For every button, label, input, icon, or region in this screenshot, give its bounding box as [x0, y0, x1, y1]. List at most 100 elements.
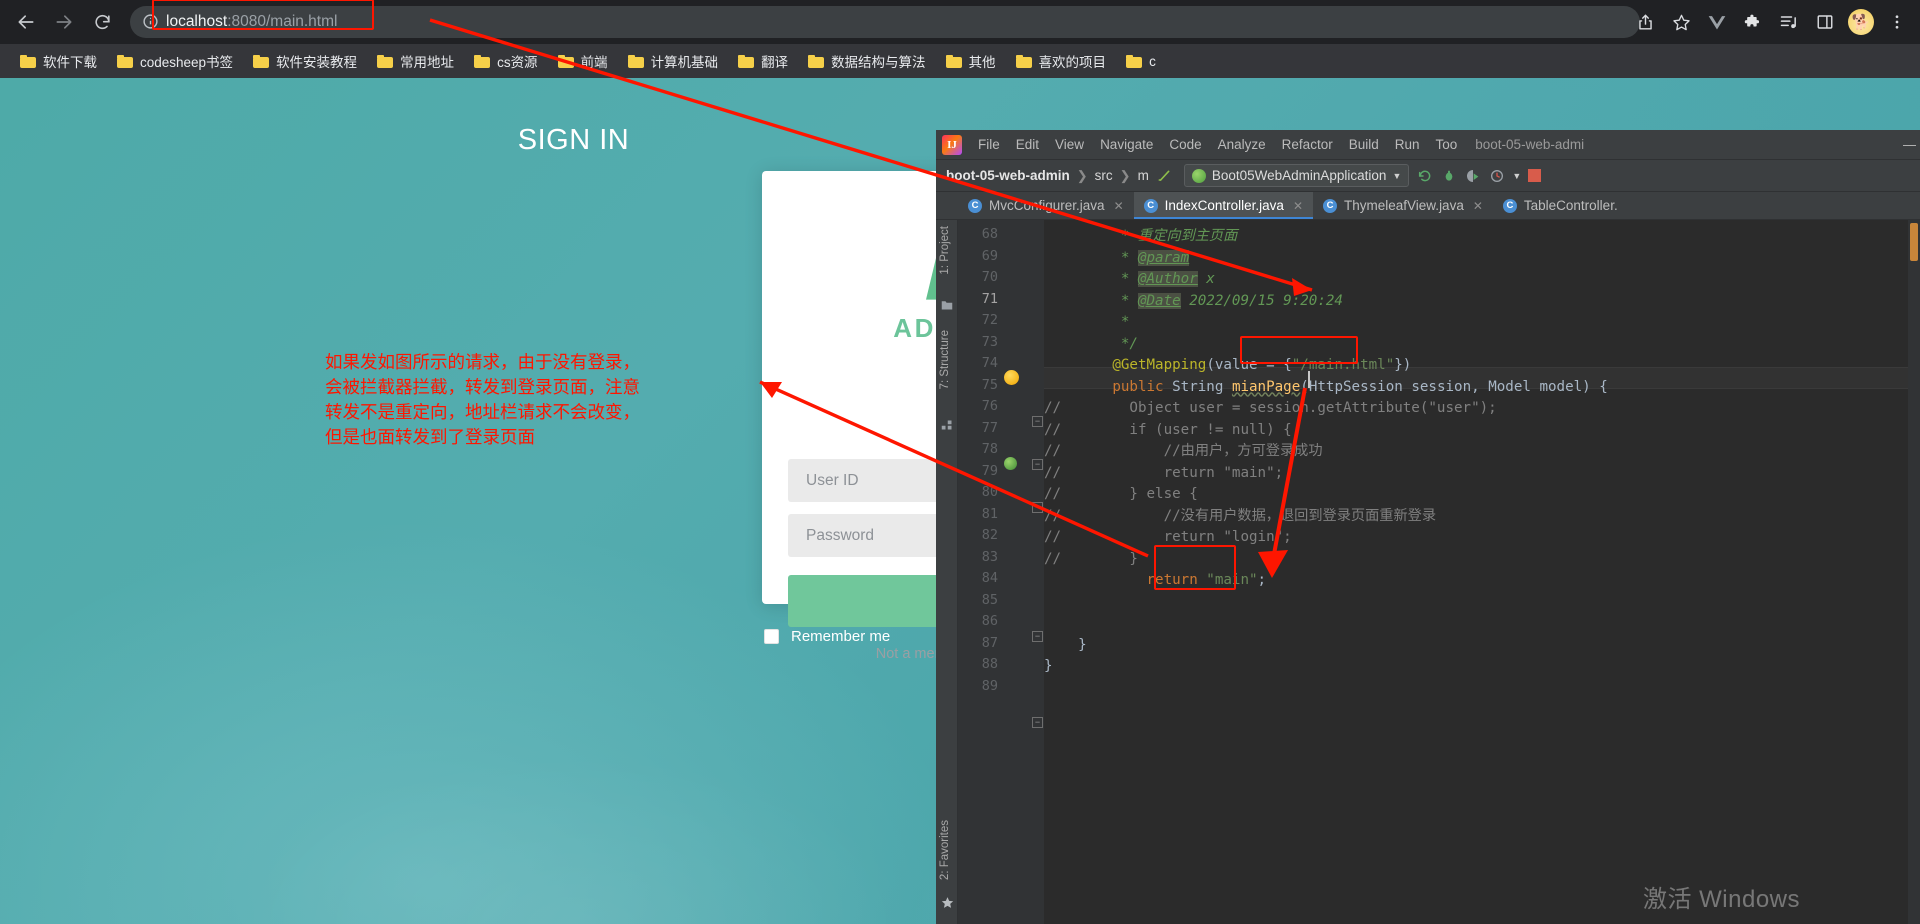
menu-code[interactable]: Code [1161, 134, 1209, 155]
bookmark-item[interactable]: 计算机基础 [620, 48, 727, 74]
line-number: 69 [981, 247, 998, 264]
ide-line-number-gutter: 68 69 70 71 72 73 74 75 76 77 78 79 80 81 82 83 84 85 86 87… [958, 220, 1044, 924]
editor-scrollbar[interactable] [1908, 220, 1920, 924]
tab-tablecontroller[interactable]: C TableController. [1493, 192, 1628, 219]
java-class-icon: C [1323, 198, 1338, 213]
star-icon[interactable] [1664, 5, 1698, 39]
bookmark-item[interactable]: 翻译 [730, 48, 796, 74]
remember-me-checkbox[interactable] [764, 629, 779, 644]
annotation-line-3: 转发不是重定向，地址栏请求不会改变， [325, 402, 640, 422]
run-dropdown-icon[interactable]: ▼ [1512, 171, 1521, 181]
line-number: 80 [981, 484, 998, 500]
forward-arrow-icon[interactable] [46, 4, 82, 40]
bookmark-item[interactable]: c [1118, 48, 1164, 74]
rail-project-label[interactable]: 1: Project [939, 226, 951, 275]
breadcrumb-src[interactable]: src [1095, 168, 1113, 183]
stop-icon[interactable] [1528, 169, 1542, 182]
run-configuration-selector[interactable]: Boot05WebAdminApplication ▼ [1183, 164, 1410, 187]
bookmark-label: 其他 [968, 55, 996, 70]
line-number: 68 [981, 226, 998, 242]
code-line: // } [1044, 550, 1138, 567]
navigation-buttons [0, 4, 120, 40]
code-line: // Object user = session.getAttribute("u… [1044, 400, 1497, 416]
folder-icon [738, 54, 755, 68]
back-arrow-icon[interactable] [8, 4, 44, 40]
fold-marker-icon[interactable]: − [1032, 631, 1043, 642]
line-number: 71 [981, 290, 998, 307]
menu-edit[interactable]: Edit [1008, 134, 1047, 155]
rail-favorites-label[interactable]: 2: Favorites [939, 820, 951, 880]
folder-icon [557, 54, 574, 68]
rerun-icon[interactable] [1416, 167, 1433, 184]
close-icon[interactable]: ✕ [1293, 199, 1303, 213]
spring-boot-icon [1191, 168, 1206, 183]
remember-me-option[interactable]: Remember me [764, 628, 890, 645]
folder-icon [474, 54, 491, 68]
error-stripe[interactable] [1910, 223, 1918, 261]
tab-thymeleafview[interactable]: C ThymeleafView.java ✕ [1313, 192, 1493, 219]
bookmark-item[interactable]: cs资源 [466, 48, 546, 74]
intention-bulb-icon[interactable] [1004, 370, 1019, 385]
rail-structure-label[interactable]: 7: Structure [939, 330, 951, 389]
profiler-icon[interactable] [1488, 167, 1505, 184]
fold-marker-icon[interactable]: − [1032, 717, 1043, 728]
remember-me-label: Remember me [791, 628, 891, 645]
vue-devtools-icon[interactable] [1700, 5, 1734, 39]
menu-tools[interactable]: Too [1428, 134, 1466, 155]
tab-mvcconfigurer[interactable]: C MvcConfigurer.java ✕ [958, 192, 1134, 219]
line-number: 87 [981, 634, 998, 651]
tab-label: IndexController.java [1164, 198, 1284, 213]
breadcrumb-main[interactable]: m [1138, 168, 1149, 183]
line-number: 89 [981, 677, 998, 694]
bookmark-item[interactable]: 喜欢的项目 [1008, 48, 1115, 74]
bookmark-label: cs资源 [497, 55, 538, 70]
breadcrumb-project[interactable]: boot-05-web-admin [946, 168, 1070, 183]
fold-marker-icon[interactable]: − [1032, 416, 1043, 427]
java-class-icon: C [1502, 198, 1517, 213]
coverage-icon[interactable] [1464, 167, 1481, 184]
code-line: } [1044, 658, 1053, 674]
bookmarks-bar: 软件下载 codesheep书签 软件安装教程 常用地址 cs资源 前端 计算机… [0, 44, 1920, 78]
gutter-run-icon[interactable] [1004, 457, 1017, 470]
profile-avatar[interactable]: 🐕 [1844, 5, 1878, 39]
menu-build[interactable]: Build [1341, 134, 1387, 155]
bookmark-item[interactable]: 软件安装教程 [245, 48, 365, 74]
bookmark-item[interactable]: 数据结构与算法 [800, 48, 934, 74]
bookmark-item[interactable]: 常用地址 [369, 48, 462, 74]
share-icon[interactable] [1628, 5, 1662, 39]
run-configuration-name: Boot05WebAdminApplication [1211, 168, 1387, 183]
chrome-menu-icon[interactable] [1880, 5, 1914, 39]
bookmark-item[interactable]: codesheep书签 [109, 48, 241, 74]
bookmark-item[interactable]: 软件下载 [12, 48, 105, 74]
extensions-puzzle-icon[interactable] [1736, 5, 1770, 39]
address-bar[interactable]: localhost:8080/main.html [130, 0, 1640, 38]
debug-icon[interactable] [1440, 167, 1457, 184]
structure-icon[interactable] [941, 418, 953, 430]
folder-icon [1126, 54, 1143, 68]
menu-run[interactable]: Run [1387, 134, 1428, 155]
close-icon[interactable]: ✕ [1473, 199, 1483, 213]
menu-view[interactable]: View [1047, 134, 1092, 155]
bookmark-item[interactable]: 其他 [938, 48, 1004, 74]
side-panel-icon[interactable] [1808, 5, 1842, 39]
ide-minimize-button[interactable]: — [1903, 137, 1920, 152]
bookmark-item[interactable]: 前端 [550, 48, 616, 74]
fold-marker-icon[interactable]: − [1032, 502, 1043, 513]
reload-icon[interactable] [84, 4, 120, 40]
build-hammer-icon[interactable] [1156, 167, 1173, 184]
line-number: 74 [981, 355, 998, 371]
tab-indexcontroller[interactable]: C IndexController.java ✕ [1133, 192, 1314, 219]
menu-refactor[interactable]: Refactor [1274, 134, 1341, 155]
avatar-dog-icon: 🐕 [1848, 9, 1874, 35]
project-folder-icon[interactable] [941, 298, 953, 310]
tab-label: MvcConfigurer.java [989, 198, 1105, 213]
menu-navigate[interactable]: Navigate [1092, 134, 1161, 155]
menu-analyze[interactable]: Analyze [1210, 134, 1274, 155]
info-circle-icon[interactable] [142, 13, 160, 31]
close-icon[interactable]: ✕ [1114, 199, 1124, 213]
fold-marker-icon[interactable]: − [1032, 459, 1043, 470]
reading-list-icon[interactable] [1772, 5, 1806, 39]
menu-file[interactable]: File [970, 134, 1008, 155]
bookmark-label: 喜欢的项目 [1038, 55, 1107, 70]
favorites-star-icon[interactable] [941, 896, 954, 908]
